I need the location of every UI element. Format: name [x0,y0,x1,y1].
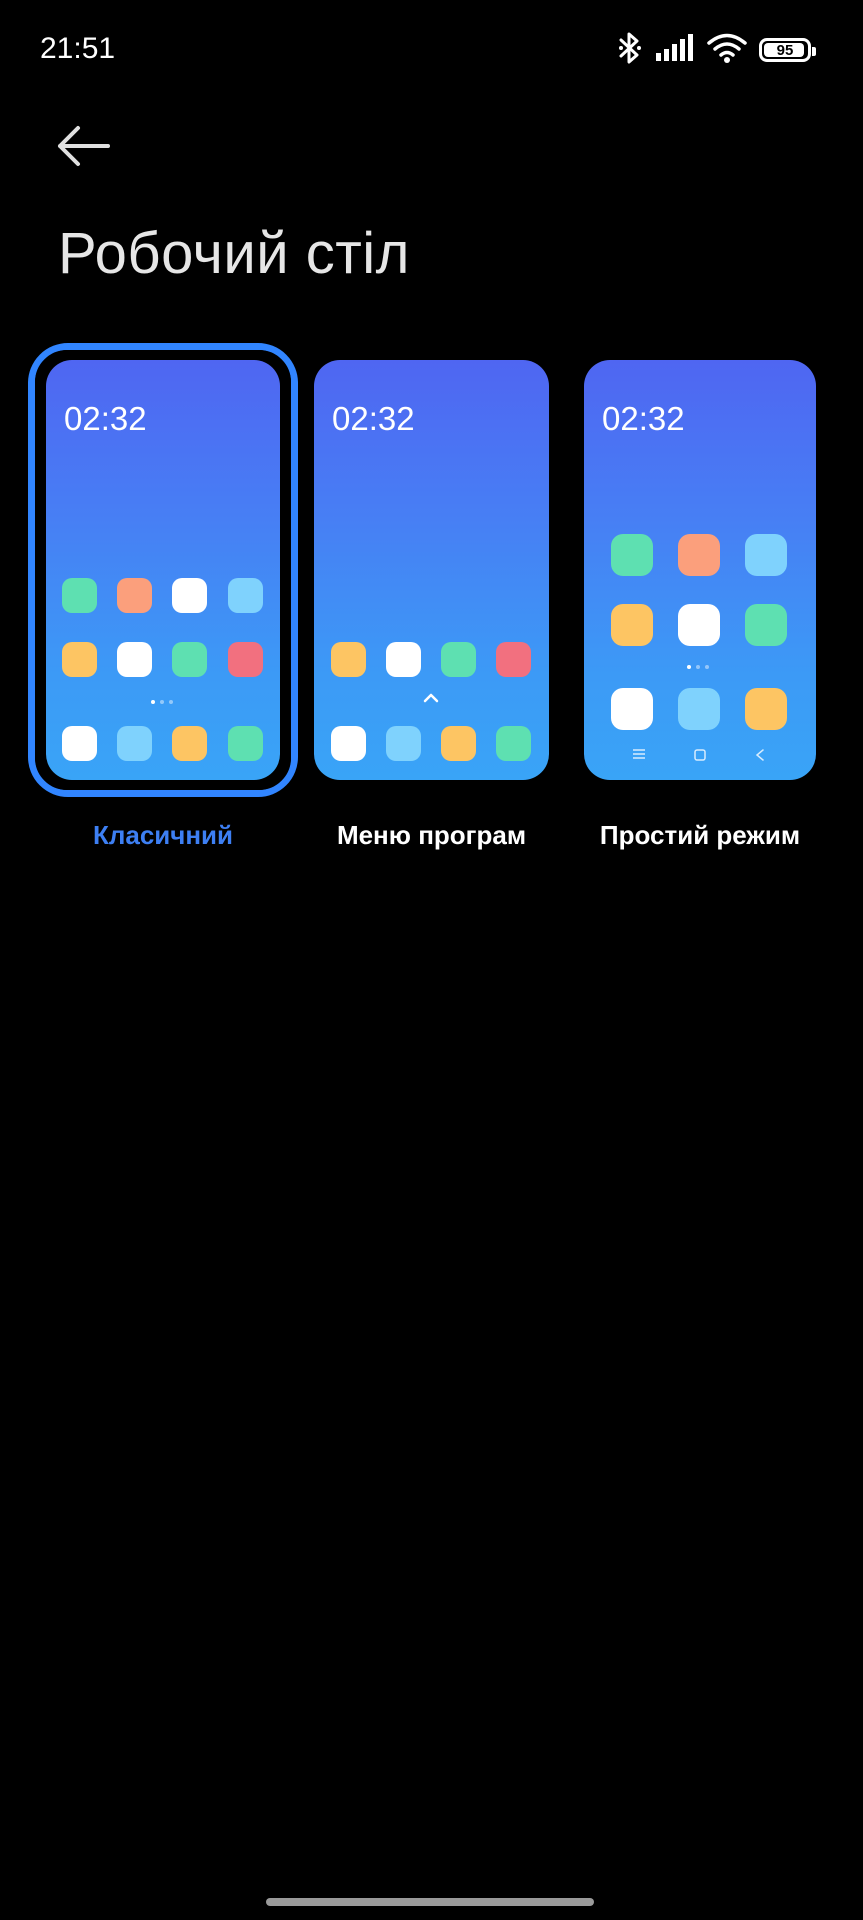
preview-app-tile [228,642,263,677]
style-card-simple-mode[interactable]: 02:32 [584,360,816,780]
preview-dock-tile [62,726,97,761]
preview-app-tile [678,604,720,646]
home-square-icon [694,749,706,761]
battery-cap [812,47,816,56]
battery-icon: 95 [759,38,816,62]
back-chevron-icon [755,749,764,761]
preview-dock-tile [117,726,152,761]
page-dot [169,700,173,704]
arrow-left-icon [58,126,110,166]
page-dot [687,665,691,669]
preview-clock: 02:32 [602,400,685,437]
style-card-app-drawer[interactable]: 02:32 [314,360,549,780]
preview-dock-tile [496,726,531,761]
preview-app-tile [62,642,97,677]
style-label-classic[interactable]: Класичний [28,820,298,851]
preview-app-tile [117,578,152,613]
style-label-app-drawer[interactable]: Меню програм [314,820,549,851]
status-bar: 21:51 95 [0,0,863,100]
preview-app-tile [386,642,421,677]
preview-app-tile [611,604,653,646]
preview-dock-tile [386,726,421,761]
preview-app-tile [228,578,263,613]
page-dot [696,665,700,669]
preview-app-tile [745,688,787,730]
page-dot [705,665,709,669]
page-title: Робочий стіл [58,221,411,286]
menu-icon [633,749,645,759]
preview-app-tile [117,642,152,677]
preview-app-tile [678,534,720,576]
page-indicator [687,665,709,669]
page-dot [151,700,155,704]
preview-app-tile [62,578,97,613]
status-time: 21:51 [40,32,116,65]
style-label-simple-mode[interactable]: Простий режим [580,820,820,851]
page-indicator [151,700,173,704]
preview-dock-tile [228,726,263,761]
chevron-up-icon [423,693,439,703]
preview-app-tile [611,534,653,576]
preview-dock-tile [331,726,366,761]
style-card-classic[interactable]: 02:32 [46,360,280,780]
back-button[interactable] [52,118,116,174]
preview-clock: 02:32 [332,400,415,437]
wifi-icon [707,32,747,69]
preview-app-tile [496,642,531,677]
preview-app-tile [611,688,653,730]
status-icons: 95 [617,30,816,70]
preview-dock-tile [441,726,476,761]
preview-app-tile [172,642,207,677]
preview-clock: 02:32 [64,400,147,437]
preview-app-tile [745,534,787,576]
page-dot [160,700,164,704]
preview-app-tile [678,688,720,730]
preview-app-tile [331,642,366,677]
cellular-signal-icon [655,33,695,68]
preview-app-tile [172,578,207,613]
home-indicator[interactable] [266,1898,594,1906]
bluetooth-icon [617,31,643,70]
preview-dock-tile [172,726,207,761]
preview-app-tile [441,642,476,677]
preview-app-tile [745,604,787,646]
battery-level: 95 [776,41,794,59]
